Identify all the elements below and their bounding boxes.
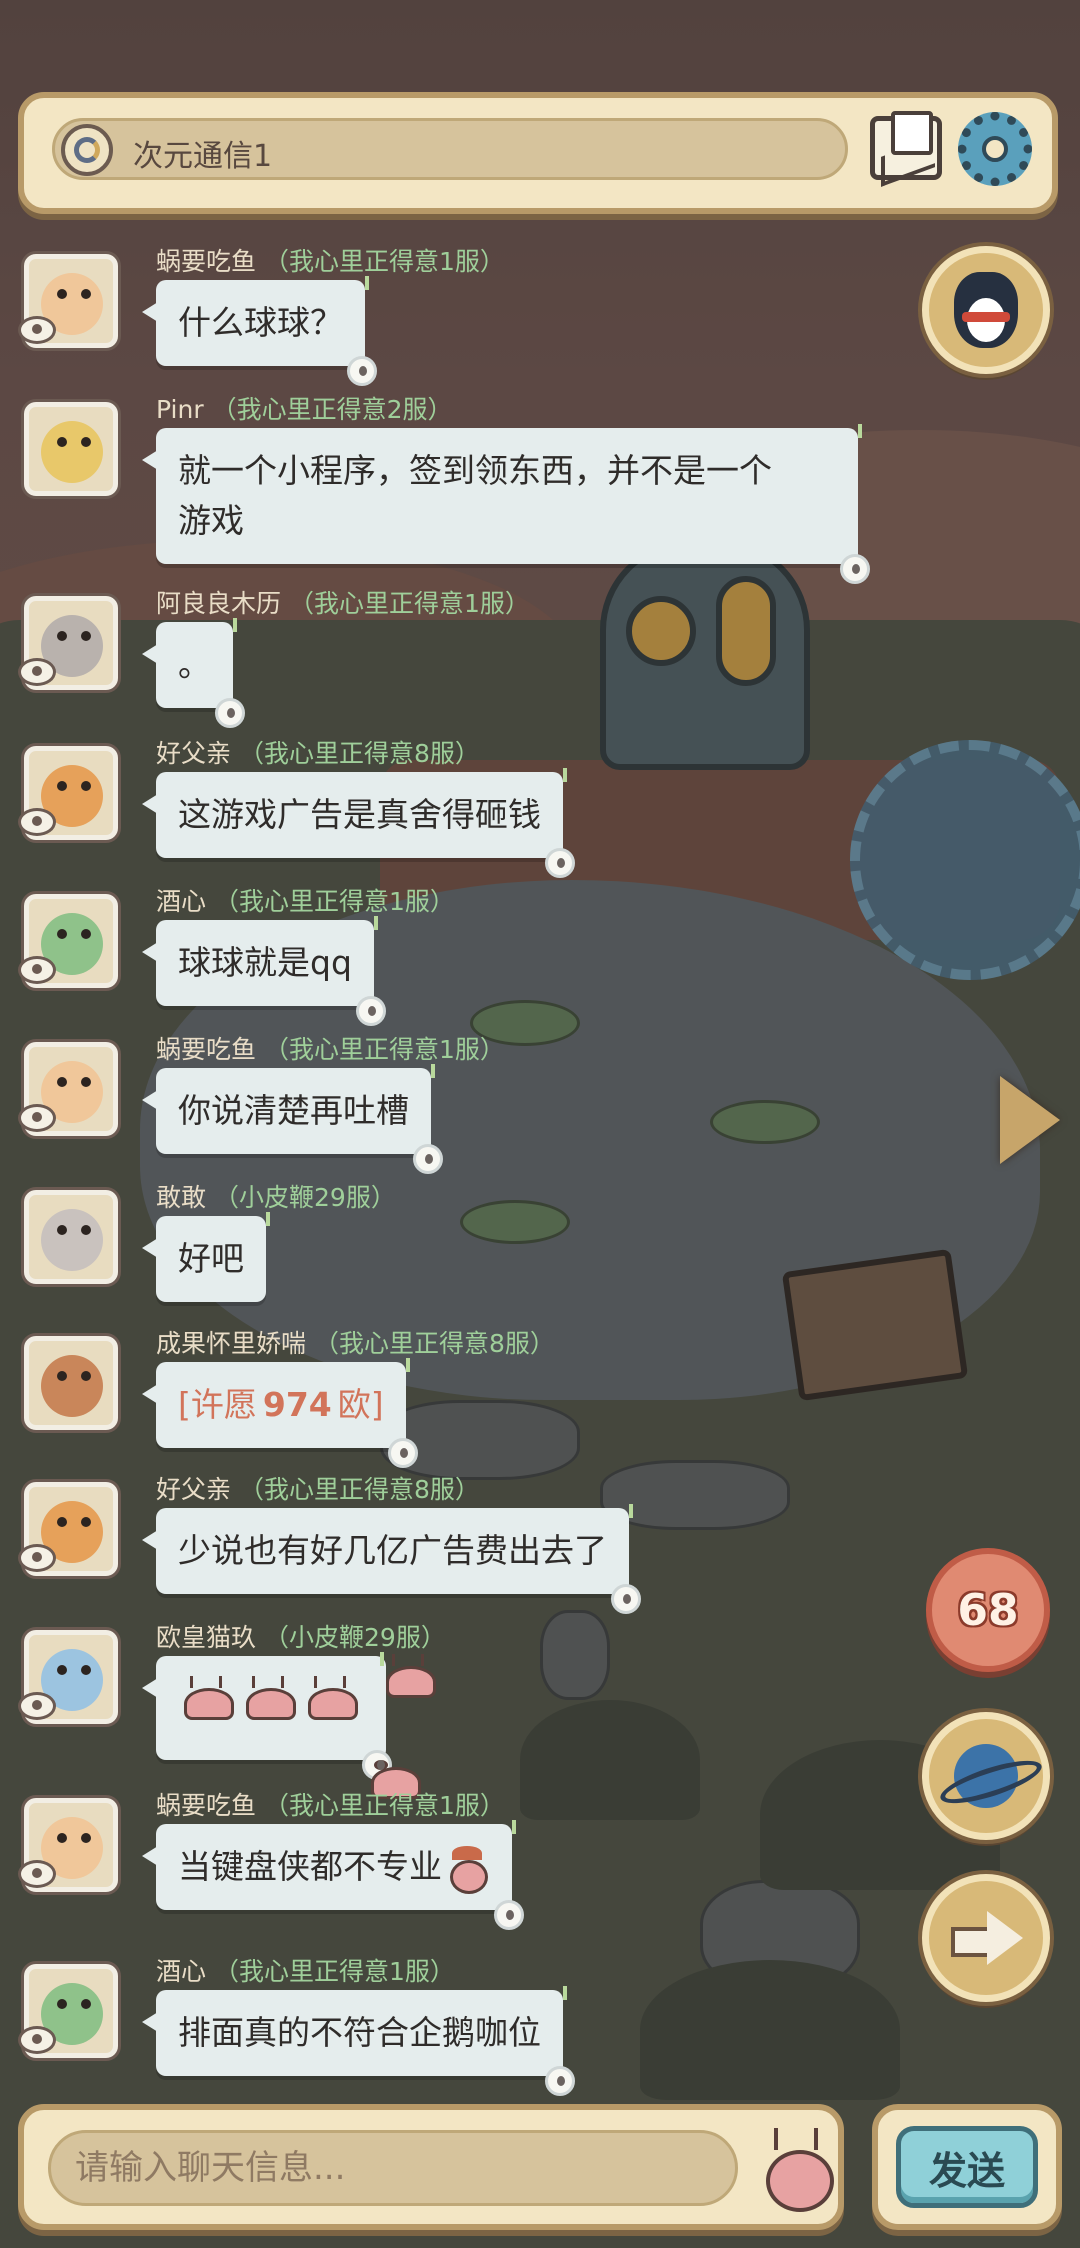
arrow-right-button[interactable]	[922, 1874, 1050, 2002]
bubble-dot-icon	[840, 554, 870, 584]
penguin-icon	[954, 272, 1018, 348]
planet-icon	[954, 1744, 1018, 1808]
eye-icon[interactable]	[18, 808, 56, 836]
sender-name[interactable]: 成果怀里娇喘 （我心里正得意8服）	[156, 1324, 555, 1360]
snail-sticker-icon	[178, 1674, 234, 1720]
eye-icon[interactable]	[18, 316, 56, 344]
avatar[interactable]	[24, 1336, 118, 1430]
sticker-message-bubble	[142, 1652, 436, 1799]
sender-name[interactable]: 酒心 （我心里正得意1服）	[156, 882, 455, 918]
bubble-dot-icon	[387, 1438, 418, 1468]
message-bubble: 这游戏广告是真舍得砸钱	[142, 768, 575, 878]
bubble-dot-icon	[355, 996, 386, 1026]
eye-icon[interactable]	[18, 1860, 56, 1888]
channel-selector[interactable]: 次元通信1	[52, 118, 848, 180]
eye-icon[interactable]	[18, 1692, 56, 1720]
sender-name[interactable]: 蜗要吃鱼 （我心里正得意1服）	[156, 1786, 505, 1822]
chat-input-bar	[18, 2104, 844, 2230]
chat-message-input[interactable]	[48, 2130, 738, 2206]
message-bubble: 少说也有好几亿广告费出去了	[142, 1504, 641, 1614]
snail-emoji-icon[interactable]	[760, 2124, 834, 2212]
bubble-dot-icon	[545, 848, 575, 878]
send-button[interactable]: 发送	[896, 2126, 1038, 2208]
penguin-button[interactable]	[922, 246, 1050, 374]
sender-name[interactable]: 酒心 （我心里正得意1服）	[156, 1952, 455, 1988]
channel-icon	[61, 124, 113, 176]
mushroom-snail-sticker-icon	[442, 1845, 490, 1894]
sender-name[interactable]: 蜗要吃鱼 （我心里正得意1服）	[156, 1030, 505, 1066]
eye-icon[interactable]	[18, 658, 56, 686]
message-bubble: 当键盘侠都不专业	[142, 1820, 524, 1930]
settings-gear-icon[interactable]	[958, 112, 1032, 186]
sender-name[interactable]: 阿良良木历 （我心里正得意1服）	[156, 584, 530, 620]
message-bubble: 什么球球？	[142, 276, 377, 386]
snail-sticker-icon	[302, 1674, 358, 1720]
wish-message-bubble: [许愿 974 欧]	[142, 1358, 418, 1468]
bubble-dot-icon	[347, 356, 377, 386]
message-bubble: 球球就是qq	[142, 916, 386, 1026]
channel-name: 次元通信1	[133, 139, 273, 174]
mail-icon[interactable]	[870, 111, 942, 180]
sender-name[interactable]: 欧皇猫玖 （小皮鞭29服）	[156, 1618, 446, 1654]
notification-count-badge[interactable]: 68	[926, 1548, 1050, 1672]
message-bubble: 排面真的不符合企鹅咖位	[142, 1986, 575, 2096]
message-bubble: 。	[142, 618, 245, 728]
sender-name[interactable]: 好父亲 （我心里正得意8服）	[156, 1470, 480, 1506]
bubble-dot-icon	[611, 1584, 641, 1614]
eye-icon[interactable]	[18, 1544, 56, 1572]
play-arrow-icon[interactable]	[1000, 1076, 1060, 1164]
chat-header: 次元通信1	[18, 92, 1058, 214]
sender-name[interactable]: 蜗要吃鱼 （我心里正得意1服）	[156, 242, 505, 278]
avatar[interactable]	[24, 1190, 118, 1284]
bubble-dot-icon	[413, 1144, 443, 1174]
eye-icon[interactable]	[18, 956, 56, 984]
bubble-dot-icon	[215, 698, 245, 728]
sender-name[interactable]: 敢敢 （小皮鞭29服）	[156, 1178, 396, 1214]
planet-button[interactable]	[922, 1712, 1050, 1840]
eye-icon[interactable]	[18, 2026, 56, 2054]
eye-icon[interactable]	[18, 1104, 56, 1132]
arrow-right-icon	[951, 1911, 1023, 1965]
snail-sticker-icon	[240, 1674, 296, 1720]
bubble-dot-icon	[545, 2066, 575, 2096]
sender-name[interactable]: 好父亲 （我心里正得意8服）	[156, 734, 480, 770]
message-bubble: 你说清楚再吐槽	[142, 1064, 443, 1174]
bubble-dot-icon	[362, 1750, 421, 1799]
message-bubble: 好吧	[142, 1212, 270, 1302]
message-bubble: 就一个小程序，签到领东西，并不是一个 游戏	[142, 424, 870, 584]
avatar[interactable]	[24, 402, 118, 496]
send-panel: 发送	[872, 2104, 1062, 2230]
sender-name[interactable]: Pinr （我心里正得意2服）	[156, 390, 453, 426]
bubble-dot-icon	[494, 1900, 524, 1930]
wish-value: 974	[262, 1385, 332, 1424]
